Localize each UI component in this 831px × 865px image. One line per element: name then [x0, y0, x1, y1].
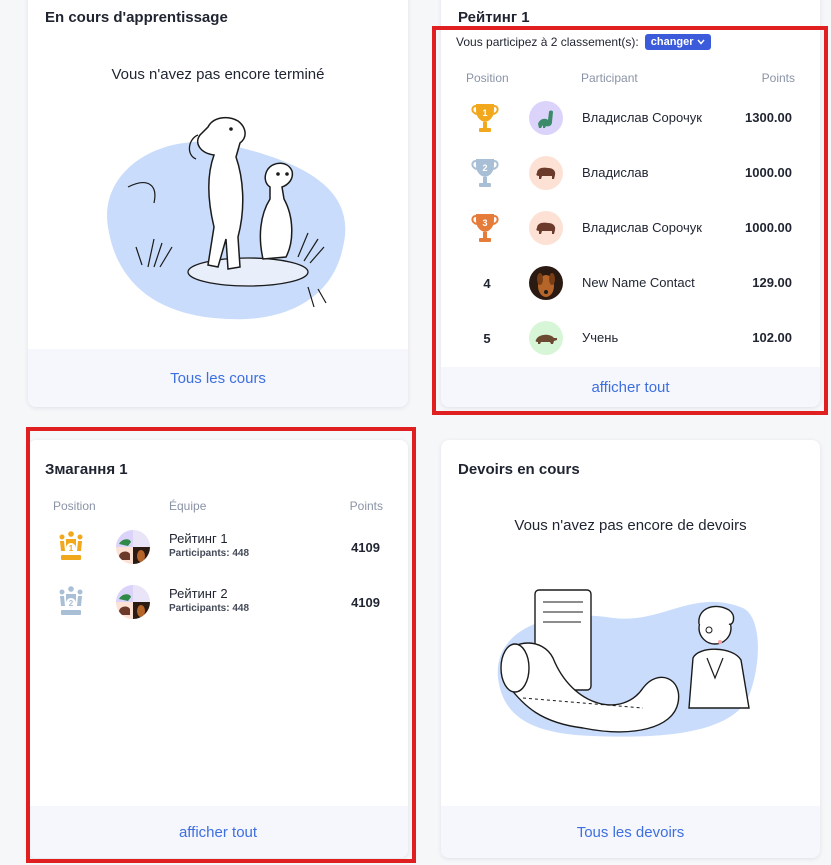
rating-card: Рейтинг 1 Vous participez à 2 classement…	[441, 0, 820, 407]
homework-card-title: Devoirs en cours	[458, 461, 580, 478]
rating-participant-name: New Name Contact	[582, 275, 695, 290]
homework-illustration	[497, 589, 758, 737]
competition-position-2: 2	[69, 599, 74, 608]
homework-card: Devoirs en cours Vous n'avez pas encore …	[441, 440, 820, 858]
rating-participation-line: Vous participez à 2 classement(s): chang…	[456, 34, 711, 50]
rating-participant-name: Владислав Сорочук	[582, 220, 702, 235]
learning-empty-message: Vous n'avez pas encore terminé	[111, 66, 325, 83]
learning-card: En cours d'apprentissage Vous n'avez pas…	[28, 0, 408, 407]
rating-row[interactable]: 3 Владислав Сорочук 1000.00	[441, 201, 820, 256]
dog-photo-avatar	[529, 266, 563, 300]
competition-position-1: 1	[69, 544, 74, 553]
team-avatar	[116, 530, 150, 564]
competition-team-cell: Рейтинг 2 Participants: 448	[169, 586, 249, 614]
silver-team-trophy-icon: 2	[59, 586, 83, 615]
homework-empty-message: Vous n'avez pas encore de devoirs	[514, 517, 747, 534]
competition-team-name: Рейтинг 1	[169, 531, 228, 546]
change-rating-label: changer	[650, 36, 694, 48]
competition-row[interactable]: 1 Рейтинг 1 Participants: 448 4109	[28, 520, 408, 575]
rating-row[interactable]: 5 Учень 102.00	[441, 311, 820, 366]
chevron-down-icon	[697, 39, 705, 45]
rating-participant-name: Учень	[582, 330, 619, 345]
rating-header-points: Points	[761, 71, 795, 85]
rating-header-participant: Participant	[581, 71, 638, 85]
bronze-trophy-icon: 3	[471, 214, 499, 242]
homework-card-footer: Tous les devoirs	[441, 806, 820, 858]
dinosaur-avatar	[529, 101, 563, 135]
bison-avatar	[529, 156, 563, 190]
rating-position-4: 4	[483, 275, 491, 291]
team-avatar	[116, 585, 150, 619]
meerkats-illustration	[107, 116, 346, 320]
rating-position-3: 3	[482, 218, 487, 228]
competition-team-participants: Participants: 448	[169, 603, 250, 614]
rating-participant-points: 1000.00	[745, 165, 792, 180]
rating-show-all-link[interactable]: afficher tout	[591, 379, 669, 396]
competition-header-points: Points	[349, 499, 383, 513]
learning-card-footer: Tous les cours	[28, 349, 408, 407]
all-courses-link[interactable]: Tous les cours	[170, 370, 266, 387]
rating-participant-points: 1000.00	[745, 220, 792, 235]
competition-row[interactable]: 2 Рейтинг 2 Participants: 448 4109	[28, 575, 408, 630]
rating-participant-name: Владислав	[582, 165, 649, 180]
rating-participant-points: 1300.00	[745, 110, 792, 125]
rating-participation-text: Vous participez à 2 classement(s):	[456, 35, 639, 49]
rating-position-1: 1	[482, 108, 487, 118]
change-rating-button[interactable]: changer	[644, 34, 711, 50]
competition-team-name: Рейтинг 2	[169, 586, 228, 601]
competition-team-participants: Participants: 448	[169, 548, 250, 559]
rating-row[interactable]: 1 Владислав Сорочук 1300.00	[441, 91, 820, 146]
rating-header-position: Position	[466, 71, 509, 85]
learning-card-title: En cours d'apprentissage	[45, 9, 228, 26]
silver-trophy-icon: 2	[471, 159, 499, 187]
gold-trophy-icon: 1	[471, 104, 499, 132]
rating-card-footer: afficher tout	[441, 367, 820, 407]
rating-participant-points: 102.00	[752, 330, 792, 345]
competition-header-position: Position	[53, 499, 96, 513]
competition-team-points: 4109	[351, 595, 380, 610]
competition-team-cell: Рейтинг 1 Participants: 448	[169, 531, 249, 559]
competition-card-title: Змагання 1	[45, 461, 128, 478]
rating-card-title: Рейтинг 1	[458, 9, 530, 26]
rating-participant-name: Владислав Сорочук	[582, 110, 702, 125]
rating-position-2: 2	[482, 163, 487, 173]
competition-card-footer: afficher tout	[28, 806, 408, 858]
competition-team-points: 4109	[351, 540, 380, 555]
rating-row[interactable]: 4 New Name Contact 129.00	[441, 256, 820, 311]
competition-card: Змагання 1 Position Équipe Points 1 Рейт…	[28, 440, 408, 858]
bison-avatar	[529, 211, 563, 245]
all-homework-link[interactable]: Tous les devoirs	[577, 824, 685, 841]
rating-row[interactable]: 2 Владислав 1000.00	[441, 146, 820, 201]
rating-position-5: 5	[483, 330, 491, 346]
gold-team-trophy-icon: 1	[59, 531, 83, 560]
turtle-avatar	[529, 321, 563, 355]
competition-header-team: Équipe	[169, 499, 207, 513]
competition-show-all-link[interactable]: afficher tout	[179, 824, 257, 841]
rating-participant-points: 129.00	[752, 275, 792, 290]
